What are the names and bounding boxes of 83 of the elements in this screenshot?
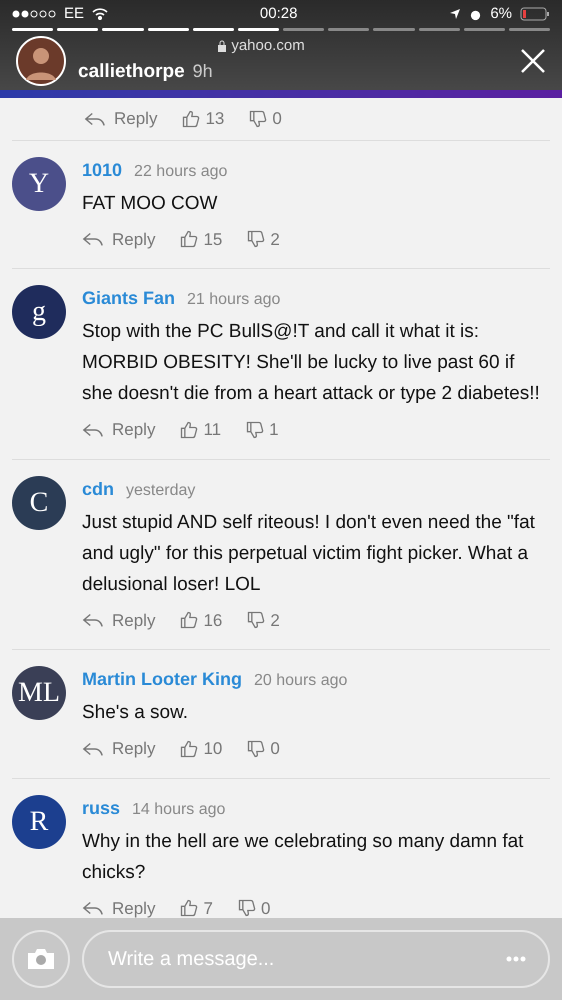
- thumbs-down-icon[interactable]: [246, 610, 266, 630]
- thumbs-down-icon[interactable]: [248, 108, 268, 129]
- profile-avatar[interactable]: [16, 36, 66, 86]
- comment-text: Why in the hell are we celebrating so many damn fat chicks?: [82, 830, 524, 884]
- story-progress-segment: [102, 28, 144, 31]
- story-progress-segment: [464, 28, 505, 31]
- story-progress-segment: [57, 28, 98, 31]
- username[interactable]: calliethorpe: [78, 58, 185, 86]
- close-icon[interactable]: [520, 48, 546, 74]
- commenter-name[interactable]: Martin Looter King: [82, 666, 242, 693]
- wifi-icon: [92, 8, 108, 20]
- reply-button[interactable]: Reply: [82, 417, 156, 442]
- thumbs-down-icon[interactable]: [246, 738, 266, 759]
- signal-icon: [12, 10, 56, 18]
- story-progress-segment: [12, 28, 54, 31]
- comment-text: Stop with the PC BullS@!T and call it what it is: MORBID OBESITY! She'll be lucky to live past 60 if she doesn't die from a heart attack or type 2 diabetes!!: [82, 320, 541, 406]
- commenter-name[interactable]: 1010: [82, 156, 122, 184]
- battery-percent: 6%: [490, 4, 512, 24]
- commenter-avatar[interactable]: Y: [12, 156, 66, 210]
- like-count: 7: [203, 898, 213, 918]
- battery-icon: [520, 7, 550, 21]
- comment-time: 21 hours ago: [187, 290, 280, 310]
- reply-arrow-icon: [82, 422, 104, 438]
- story-age: 9h: [192, 60, 213, 82]
- reply-button[interactable]: Reply: [82, 226, 156, 252]
- reply-arrow-icon: [82, 900, 104, 916]
- thumbs-up-icon[interactable]: [179, 420, 200, 440]
- comment-text: She's a sow.: [82, 701, 190, 725]
- like-count: 13: [205, 108, 224, 130]
- thumbs-up-icon[interactable]: [179, 610, 200, 630]
- comment-time: 22 hours ago: [134, 162, 228, 182]
- camera-button[interactable]: [12, 930, 70, 988]
- thumbs-up-icon[interactable]: [179, 898, 200, 918]
- commenter-avatar[interactable]: ML: [12, 666, 66, 720]
- reply-arrow-icon: [82, 740, 104, 757]
- story-progress-segment: [238, 28, 280, 31]
- story-progress-segment: [418, 28, 460, 31]
- dislike-count: 0: [272, 108, 282, 130]
- story-progress-segment: [508, 28, 550, 31]
- comment-time: 14 hours ago: [132, 800, 226, 820]
- comment-time: 20 hours ago: [254, 671, 348, 691]
- lock-icon: [217, 40, 228, 52]
- like-count: 11: [203, 419, 222, 441]
- story-progress-segment: [148, 28, 189, 31]
- story-progress-segment: [328, 28, 370, 31]
- camera-icon: [26, 947, 56, 971]
- commenter-avatar[interactable]: g: [12, 285, 66, 339]
- dislike-count: 0: [260, 898, 270, 918]
- comment-text: Just stupid AND self riteous! I don't even need the "fat and ugly" for this perpetual victim fight picker. What a delusional loser! LOL: [82, 510, 536, 596]
- reply-button[interactable]: Reply: [82, 736, 156, 762]
- location-arrow-icon: [449, 8, 462, 20]
- thumbs-down-icon[interactable]: [236, 898, 257, 918]
- carrier-label: EE: [64, 4, 84, 24]
- thumbs-up-icon[interactable]: [179, 229, 200, 250]
- commenter-avatar[interactable]: C: [12, 476, 66, 530]
- story-progress-segment: [192, 28, 234, 31]
- dislike-count: 1: [269, 419, 279, 441]
- comment-text: FAT MOO COW: [82, 192, 218, 216]
- thumbs-up-icon[interactable]: [179, 738, 200, 759]
- reply-arrow-icon: [84, 110, 106, 127]
- commenter-avatar[interactable]: R: [12, 794, 66, 848]
- dislike-count: 2: [270, 610, 280, 632]
- commenter-name[interactable]: cdn: [82, 476, 114, 502]
- dislike-count: 0: [270, 738, 280, 760]
- reply-arrow-icon: [82, 612, 104, 628]
- clock-time: 00:28: [260, 4, 298, 24]
- reply-button[interactable]: Reply: [82, 608, 156, 633]
- reply-arrow-icon: [82, 231, 104, 248]
- like-count: 10: [203, 738, 222, 760]
- commenter-name[interactable]: russ: [82, 794, 120, 822]
- thumbs-down-icon[interactable]: [245, 420, 266, 440]
- thumbs-up-icon[interactable]: [181, 108, 202, 129]
- thumbs-down-icon[interactable]: [246, 229, 266, 250]
- reply-button[interactable]: Reply: [84, 106, 158, 132]
- like-count: 16: [203, 610, 222, 632]
- commenter-name[interactable]: Giants Fan: [82, 285, 176, 312]
- story-progress-segment: [373, 28, 415, 31]
- comment-time: yesterday: [126, 480, 196, 500]
- story-progress-segment: [283, 28, 324, 31]
- like-count: 15: [203, 228, 222, 250]
- dislike-count: 2: [270, 228, 280, 250]
- url-label: yahoo.com: [231, 36, 305, 56]
- reply-button[interactable]: Reply: [82, 896, 156, 918]
